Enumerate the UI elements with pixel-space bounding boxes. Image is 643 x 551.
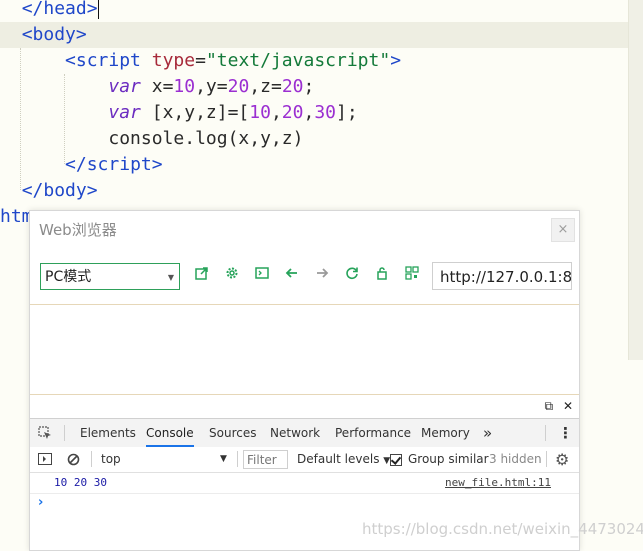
checkbox-icon <box>390 453 402 466</box>
hidden-count: 3 hidden <box>489 452 542 466</box>
terminal-icon[interactable] <box>252 266 272 286</box>
code-line-5: var [x,y,z]=[10,20,30]; <box>108 102 358 123</box>
more-tabs-button[interactable]: » <box>483 419 492 447</box>
web-browser-panel: Web浏览器 × PC模式 ▼ http://127.0.0.1:8 ⧉ ✕ E <box>29 210 580 551</box>
code-line-3: <script type="text/javascript"> <box>65 50 402 71</box>
open-external-icon[interactable] <box>192 266 212 286</box>
sidebar-toggle-icon[interactable] <box>38 447 52 472</box>
back-icon[interactable] <box>282 266 302 286</box>
log-message: 10 20 30 <box>54 476 107 489</box>
tab-memory[interactable]: Memory <box>421 419 470 447</box>
settings-icon[interactable] <box>222 266 242 286</box>
tab-console[interactable]: Console <box>146 419 194 447</box>
divider <box>237 451 238 467</box>
chevron-down-icon: ▼ <box>220 454 227 464</box>
devtools-window-buttons: ⧉ ✕ <box>545 399 573 414</box>
divider <box>546 451 547 467</box>
log-levels-select[interactable]: Default levels ▼ <box>297 447 390 472</box>
code-line-9: htm <box>0 206 33 227</box>
clear-console-icon[interactable] <box>67 447 80 472</box>
refresh-icon[interactable] <box>342 266 362 286</box>
log-source-link[interactable]: new_file.html:11 <box>445 473 551 493</box>
filter-input[interactable]: Filter <box>243 450 288 469</box>
code-line-2: <body> <box>0 22 628 48</box>
editor-scrollbar[interactable] <box>628 0 643 360</box>
code-line-4: var x=10,y=20,z=20; <box>108 76 315 97</box>
code-line-7: </script> <box>65 154 163 175</box>
code-line-6: console.log(x,y,z) <box>108 128 304 149</box>
chevron-down-icon: ▼ <box>167 273 174 282</box>
console-toolbar: top ▼ Filter Default levels ▼ Group simi… <box>30 447 579 473</box>
divider <box>30 304 579 305</box>
devtools-tabs: Elements Console Sources Network Perform… <box>30 418 579 448</box>
tab-performance[interactable]: Performance <box>335 419 411 447</box>
log-levels-label: Default levels <box>297 452 380 466</box>
text-cursor <box>97 0 99 19</box>
code-line-1: </head> <box>21 0 99 19</box>
menu-icon[interactable]: ⋮ <box>558 419 573 447</box>
tab-elements[interactable]: Elements <box>80 419 136 447</box>
divider <box>545 425 546 441</box>
undock-icon[interactable]: ⧉ <box>545 399 554 413</box>
lock-icon[interactable] <box>372 266 392 286</box>
mode-select[interactable]: PC模式 ▼ <box>40 263 180 290</box>
console-log-row: 10 20 30 new_file.html:11 <box>30 473 579 494</box>
code-line-8: </body> <box>21 180 98 201</box>
divider <box>91 451 92 467</box>
divider <box>64 425 65 441</box>
tab-sources[interactable]: Sources <box>209 419 256 447</box>
tab-network[interactable]: Network <box>270 419 320 447</box>
context-select[interactable]: top <box>101 447 121 472</box>
divider <box>30 394 579 395</box>
close-button[interactable]: × <box>551 218 575 242</box>
mode-select-value: PC模式 <box>45 269 92 285</box>
forward-icon[interactable] <box>312 266 332 286</box>
close-icon[interactable]: ✕ <box>563 399 573 413</box>
group-similar-checkbox[interactable]: Group similar <box>390 447 489 472</box>
url-input[interactable]: http://127.0.0.1:8 <box>432 262 572 290</box>
qrcode-icon[interactable] <box>402 266 422 286</box>
gear-icon[interactable]: ⚙ <box>555 447 569 472</box>
browser-title: Web浏览器 <box>39 221 117 239</box>
watermark: https://blog.csdn.net/weixin_44730244 <box>362 520 643 538</box>
group-similar-label: Group similar <box>408 452 489 466</box>
console-prompt[interactable]: › <box>38 495 43 510</box>
inspect-icon[interactable] <box>38 419 52 447</box>
